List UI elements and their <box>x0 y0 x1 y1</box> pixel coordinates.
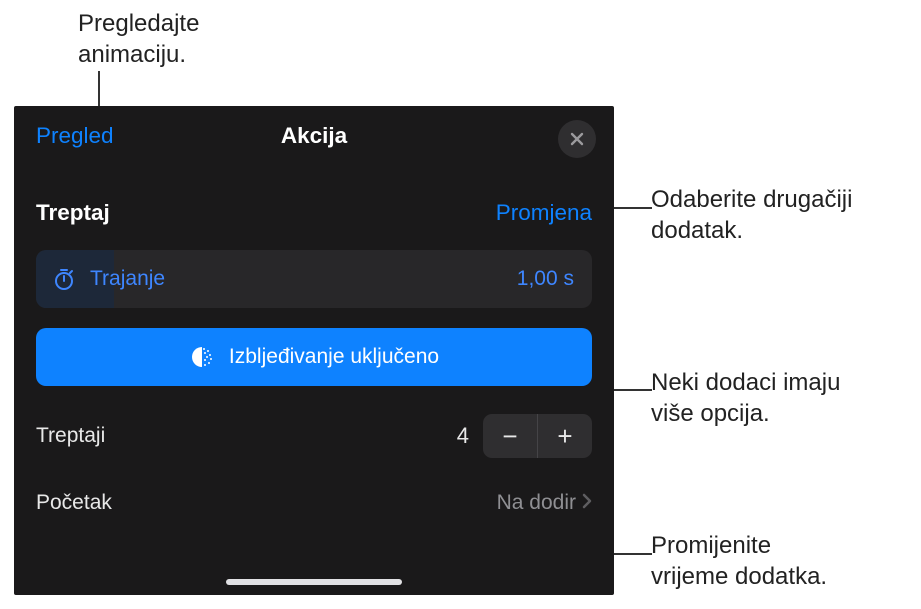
duration-slider[interactable]: Trajanje 1,00 s <box>36 250 592 308</box>
close-icon <box>569 131 585 147</box>
effect-row: Treptaj Promjena <box>14 200 614 226</box>
blinks-stepper-group: 4 − + <box>457 414 592 458</box>
start-row[interactable]: Početak Na dodir <box>14 480 614 526</box>
blinks-label: Treptaji <box>36 424 105 448</box>
blinks-row: Treptaji 4 − + <box>14 410 614 462</box>
stepper-minus-button[interactable]: − <box>483 414 537 458</box>
stepper-plus-button[interactable]: + <box>538 414 592 458</box>
home-indicator <box>226 579 402 585</box>
start-value: Na dodir <box>497 491 576 515</box>
change-button[interactable]: Promjena <box>496 200 592 226</box>
close-button[interactable] <box>558 120 596 158</box>
fade-toggle-button[interactable]: Izbljeđivanje uključeno <box>36 328 592 386</box>
fade-label: Izbljeđivanje uključeno <box>229 345 439 369</box>
effect-name: Treptaj <box>36 200 110 226</box>
blinks-stepper: − + <box>483 414 592 458</box>
start-label: Početak <box>36 491 112 515</box>
duration-value: 1,00 s <box>517 267 574 291</box>
stopwatch-icon <box>52 267 76 291</box>
preview-button[interactable]: Pregled <box>36 123 114 149</box>
callout-options: Neki dodaci imajuviše opcija. <box>651 367 840 429</box>
blinks-value: 4 <box>457 423 469 449</box>
action-panel: Pregled Akcija Treptaj Promjena Trajanje… <box>14 106 614 595</box>
callout-start: Promijenitevrijeme dodatka. <box>651 530 827 592</box>
panel-header: Pregled Akcija <box>14 106 614 166</box>
callout-change: Odaberite drugačijidodatak. <box>651 184 852 246</box>
callout-preview: Pregledajteanimaciju. <box>78 8 199 70</box>
fade-icon <box>189 344 215 370</box>
panel-title: Akcija <box>281 123 347 149</box>
leader-line <box>98 71 100 111</box>
duration-label: Trajanje <box>90 267 165 291</box>
chevron-right-icon <box>582 491 592 515</box>
